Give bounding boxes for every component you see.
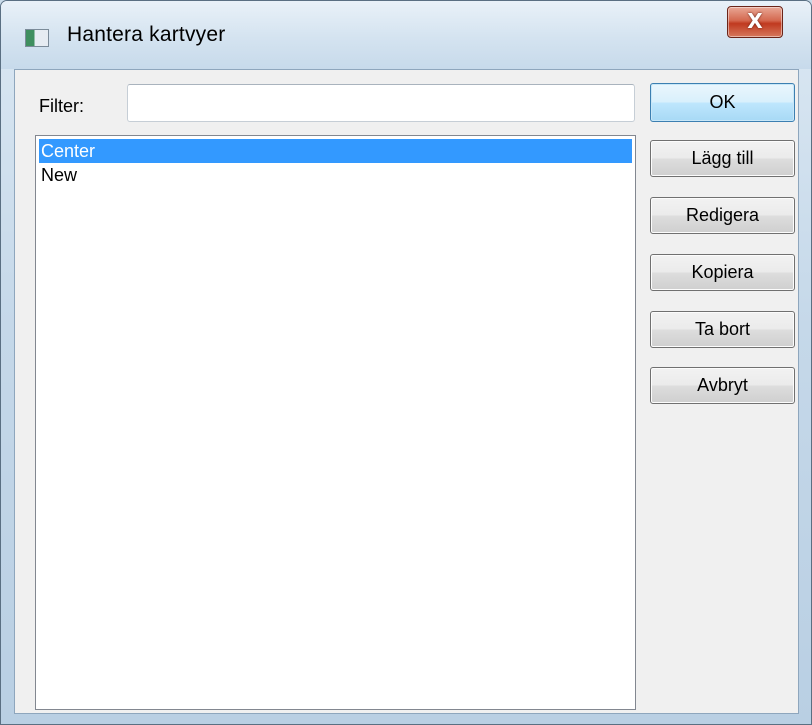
filter-input[interactable]: [127, 84, 635, 122]
dialog-body: Filter: Center New OK Lägg till Redigera…: [14, 69, 799, 714]
close-button[interactable]: X: [727, 6, 783, 38]
window-app-icon: [25, 29, 49, 47]
copy-button[interactable]: Kopiera: [650, 254, 795, 291]
add-button[interactable]: Lägg till: [650, 140, 795, 177]
ok-button[interactable]: OK: [650, 83, 795, 122]
title-bar[interactable]: Hantera kartvyer X: [1, 1, 811, 69]
filter-label: Filter:: [39, 96, 84, 116]
list-item-new[interactable]: New: [39, 163, 632, 187]
map-view-list[interactable]: Center New: [35, 135, 636, 710]
window-title: Hantera kartvyer: [67, 23, 226, 46]
cancel-button[interactable]: Avbryt: [650, 367, 795, 404]
manage-map-views-dialog: Hantera kartvyer X Filter: Center New OK…: [0, 0, 812, 725]
list-item-center[interactable]: Center: [39, 139, 632, 163]
close-icon: X: [747, 9, 763, 33]
edit-button[interactable]: Redigera: [650, 197, 795, 234]
delete-button[interactable]: Ta bort: [650, 311, 795, 348]
